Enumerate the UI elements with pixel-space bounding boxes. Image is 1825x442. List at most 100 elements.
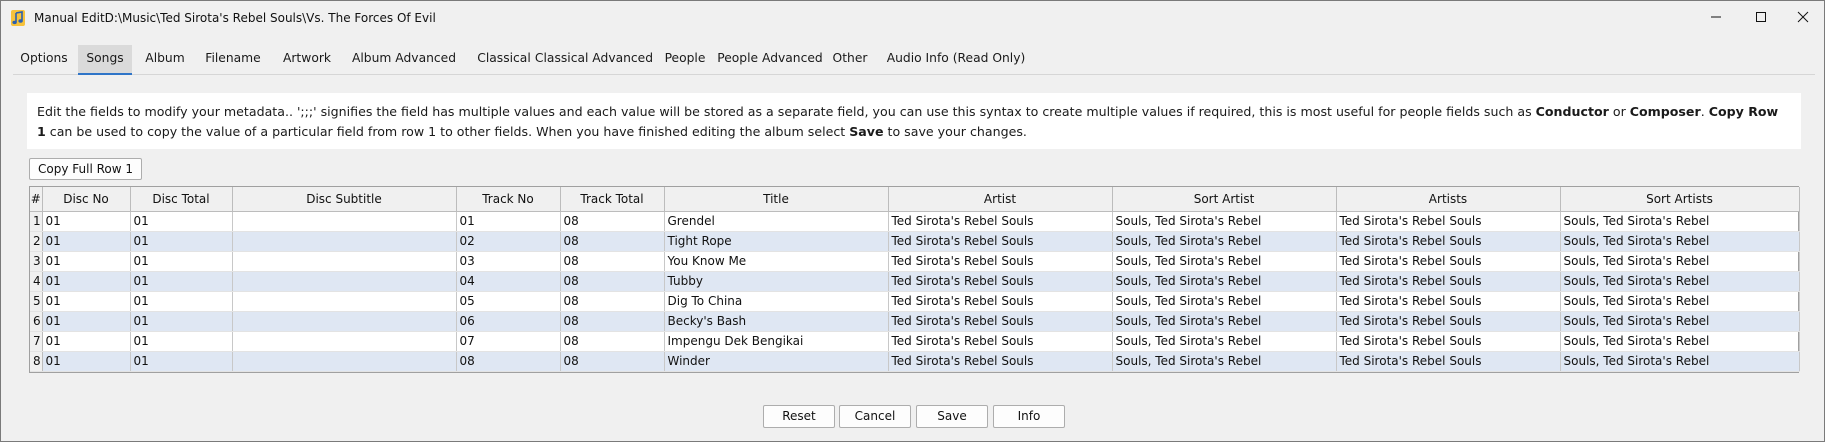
column-header[interactable]: Track No	[456, 187, 561, 212]
tab-audio-info[interactable]: Audio Info (Read Only)	[881, 45, 1031, 75]
tab-other[interactable]: Other	[826, 45, 874, 75]
table-cell[interactable]: 01	[130, 251, 233, 272]
table-cell[interactable]: Ted Sirota's Rebel Souls	[1336, 271, 1561, 292]
reset-button[interactable]: Reset	[763, 405, 835, 428]
tab-songs[interactable]: Songs	[78, 45, 132, 75]
table-cell[interactable]: Ted Sirota's Rebel Souls	[1336, 331, 1561, 352]
table-cell[interactable]: Souls, Ted Sirota's Rebel	[1112, 311, 1337, 332]
tab-artwork[interactable]: Artwork	[275, 45, 339, 75]
table-cell[interactable]: Ted Sirota's Rebel Souls	[1336, 251, 1561, 272]
table-cell[interactable]	[232, 271, 457, 292]
table-cell[interactable]: You Know Me	[664, 251, 889, 272]
table-cell[interactable]: Tubby	[664, 271, 889, 292]
tab-filename[interactable]: Filename	[199, 45, 267, 75]
table-cell[interactable]: Souls, Ted Sirota's Rebel	[1112, 271, 1337, 292]
table-cell[interactable]: Ted Sirota's Rebel Souls	[1336, 311, 1561, 332]
table-cell[interactable]: Ted Sirota's Rebel Souls	[888, 331, 1113, 352]
tab-options[interactable]: Options	[13, 45, 75, 75]
table-cell[interactable]: Ted Sirota's Rebel Souls	[1336, 211, 1561, 232]
table-cell[interactable]: Ted Sirota's Rebel Souls	[1336, 351, 1561, 372]
table-cell[interactable]: 01	[42, 211, 131, 232]
table-cell[interactable]: Souls, Ted Sirota's Rebel	[1112, 351, 1337, 372]
table-cell[interactable]: Souls, Ted Sirota's Rebel	[1560, 351, 1800, 372]
table-cell[interactable]: 01	[42, 311, 131, 332]
table-cell[interactable]: Ted Sirota's Rebel Souls	[888, 351, 1113, 372]
table-cell[interactable]: Souls, Ted Sirota's Rebel	[1560, 231, 1800, 252]
table-cell[interactable]: Souls, Ted Sirota's Rebel	[1112, 251, 1337, 272]
table-cell[interactable]: 01	[130, 211, 233, 232]
table-cell[interactable]	[232, 351, 457, 372]
table-cell[interactable]: Ted Sirota's Rebel Souls	[888, 231, 1113, 252]
table-cell[interactable]: Souls, Ted Sirota's Rebel	[1560, 211, 1800, 232]
column-header[interactable]: Disc Total	[130, 187, 233, 212]
table-cell[interactable]	[232, 251, 457, 272]
table-cell[interactable]: 01	[42, 251, 131, 272]
column-header[interactable]: Sort Artist	[1112, 187, 1337, 212]
column-header[interactable]: Title	[664, 187, 889, 212]
column-header[interactable]: Track Total	[560, 187, 665, 212]
table-cell[interactable]: 01	[42, 231, 131, 252]
table-cell[interactable]: 08	[560, 291, 665, 312]
table-cell[interactable]: Grendel	[664, 211, 889, 232]
table-cell[interactable]: 07	[456, 331, 561, 352]
info-button[interactable]: Info	[993, 405, 1065, 428]
table-cell[interactable]: Ted Sirota's Rebel Souls	[888, 251, 1113, 272]
table-cell[interactable]: Tight Rope	[664, 231, 889, 252]
table-cell[interactable]: 01	[130, 231, 233, 252]
column-header-rownum[interactable]: #	[30, 187, 43, 212]
table-cell[interactable]: Impengu Dek Bengikai	[664, 331, 889, 352]
table-cell[interactable]: 04	[456, 271, 561, 292]
table-cell[interactable]: Ted Sirota's Rebel Souls	[1336, 291, 1561, 312]
column-header[interactable]: Artists	[1336, 187, 1561, 212]
tab-people-advanced[interactable]: People Advanced	[710, 45, 830, 75]
table-cell[interactable]: 01	[42, 291, 131, 312]
tab-classical-advanced[interactable]: Classical Advanced	[527, 45, 661, 75]
table-cell[interactable]: Dig To China	[664, 291, 889, 312]
table-cell[interactable]	[232, 311, 457, 332]
table-cell[interactable]: 01	[130, 291, 233, 312]
table-cell[interactable]: 08	[560, 231, 665, 252]
table-cell[interactable]: Ted Sirota's Rebel Souls	[888, 271, 1113, 292]
table-cell[interactable]: 01	[130, 351, 233, 372]
table-cell[interactable]	[232, 291, 457, 312]
tab-album[interactable]: Album	[140, 45, 190, 75]
table-cell[interactable]	[232, 331, 457, 352]
table-cell[interactable]: 01	[456, 211, 561, 232]
table-cell[interactable]: 03	[456, 251, 561, 272]
table-cell[interactable]: 06	[456, 311, 561, 332]
table-cell[interactable]: Souls, Ted Sirota's Rebel	[1560, 311, 1800, 332]
table-cell[interactable]: 08	[560, 251, 665, 272]
table-cell[interactable]: 08	[560, 211, 665, 232]
close-button[interactable]	[1780, 1, 1825, 33]
table-cell[interactable]: Becky's Bash	[664, 311, 889, 332]
table-cell[interactable]: 08	[456, 351, 561, 372]
table-cell[interactable]: Souls, Ted Sirota's Rebel	[1112, 211, 1337, 232]
table-cell[interactable]: Souls, Ted Sirota's Rebel	[1560, 291, 1800, 312]
cancel-button[interactable]: Cancel	[839, 405, 911, 428]
table-cell[interactable]: Souls, Ted Sirota's Rebel	[1112, 291, 1337, 312]
table-cell[interactable]: 01	[130, 311, 233, 332]
maximize-button[interactable]	[1738, 1, 1784, 33]
table-cell[interactable]: Ted Sirota's Rebel Souls	[1336, 231, 1561, 252]
copy-full-row-button[interactable]: Copy Full Row 1	[29, 158, 142, 180]
table-cell[interactable]: 08	[560, 271, 665, 292]
table-cell[interactable]: Souls, Ted Sirota's Rebel	[1560, 331, 1800, 352]
table-cell[interactable]: 08	[560, 311, 665, 332]
table-cell[interactable]	[232, 231, 457, 252]
table-cell[interactable]: Winder	[664, 351, 889, 372]
save-button[interactable]: Save	[916, 405, 988, 428]
table-cell[interactable]: Souls, Ted Sirota's Rebel	[1112, 231, 1337, 252]
table-cell[interactable]: Souls, Ted Sirota's Rebel	[1560, 251, 1800, 272]
column-header[interactable]: Disc Subtitle	[232, 187, 457, 212]
table-cell[interactable]: Ted Sirota's Rebel Souls	[888, 311, 1113, 332]
table-cell[interactable]: 01	[130, 331, 233, 352]
column-header[interactable]: Sort Artists	[1560, 187, 1800, 212]
table-cell[interactable]	[232, 211, 457, 232]
table-cell[interactable]: 02	[456, 231, 561, 252]
table-cell[interactable]: 01	[42, 351, 131, 372]
tab-people[interactable]: People	[660, 45, 710, 75]
minimize-button[interactable]	[1693, 1, 1739, 33]
table-cell[interactable]: Souls, Ted Sirota's Rebel	[1560, 271, 1800, 292]
table-cell[interactable]: 01	[42, 331, 131, 352]
table-cell[interactable]: 05	[456, 291, 561, 312]
